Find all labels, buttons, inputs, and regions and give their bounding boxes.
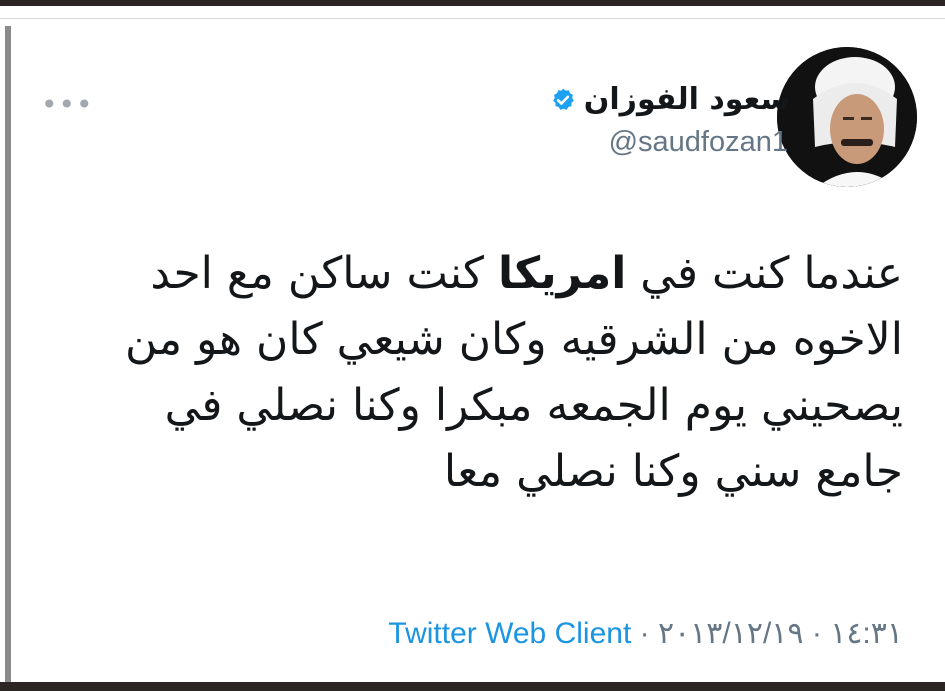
source-link[interactable]: Twitter Web Client [388,617,631,650]
more-dots-icon[interactable]: ••• [41,88,94,121]
verified-badge-icon [552,88,574,110]
top-divider [0,18,945,19]
top-border [0,0,945,6]
meta-separator-2: · [803,617,831,650]
author-handle[interactable]: @saudfozan1 [609,126,788,159]
bottom-border [0,682,945,691]
screenshot-frame: سعود الفوزان @saudfozan1 ••• عندما كنت ف… [0,0,945,691]
display-name[interactable]: سعود الفوزان [584,82,790,117]
tweet-meta: Twitter Web Client · ١٤:٣١ · ٢٠١٣/١٢/١٩ [388,616,903,651]
tweet-time[interactable]: ١٤:٣١ [830,617,903,650]
avatar[interactable] [777,47,917,187]
tweet-text: عندما كنت في امريكا كنت ساكن مع احد الاخ… [83,241,903,505]
tweet-text-part1: عندما كنت في [626,248,903,299]
tweet-date[interactable]: ٢٠١٣/١٢/١٩ [658,617,804,650]
tweet-text-bold: امريكا [497,248,627,299]
author-display-name-row[interactable]: سعود الفوزان [550,82,790,117]
meta-separator: · [631,617,658,650]
avatar-image [777,47,917,187]
tweet-card: سعود الفوزان @saudfozan1 ••• عندما كنت ف… [11,26,945,682]
